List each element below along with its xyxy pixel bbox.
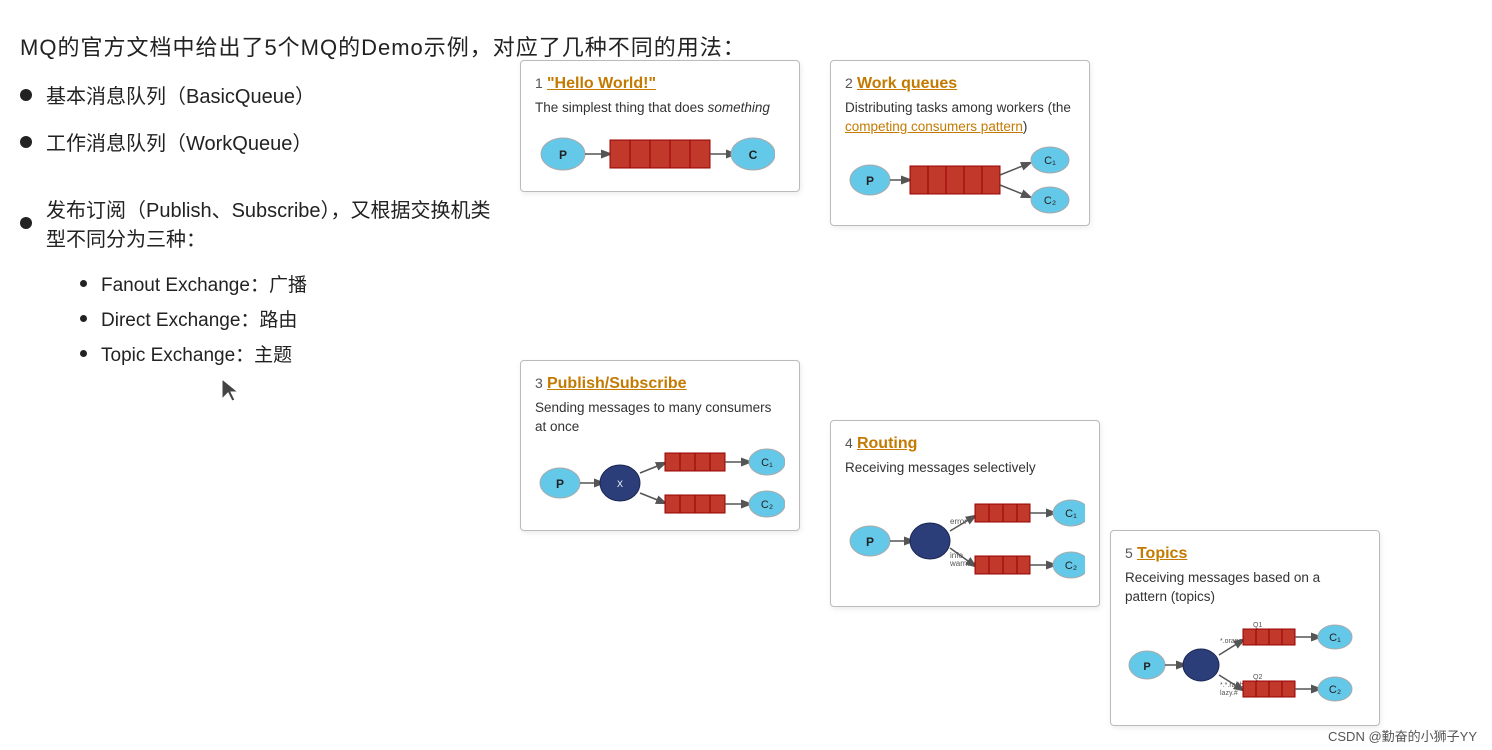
card1-desc: The simplest thing that does something bbox=[535, 99, 783, 118]
card3-title: 3 Publish/Subscribe bbox=[535, 375, 783, 393]
svg-text:P: P bbox=[866, 174, 874, 188]
card-topics: 5 Topics Receiving messages based on a p… bbox=[1110, 530, 1380, 726]
bullet-pubsub: 发布订阅（Publish、Subscribe），又根据交换机类型不同分为三种： bbox=[20, 194, 510, 252]
card4-diagram: P error info warning bbox=[845, 486, 1083, 596]
bullet-dot bbox=[20, 217, 32, 229]
bullet-basicqueue: 基本消息队列（BasicQueue） bbox=[20, 80, 510, 109]
sub-dot bbox=[80, 315, 87, 322]
svg-text:C₁: C₁ bbox=[1044, 155, 1056, 167]
svg-text:C₁: C₁ bbox=[1065, 508, 1077, 520]
card2-desc: Distributing tasks among workers (the co… bbox=[845, 99, 1073, 137]
card3-link[interactable]: Publish/Subscribe bbox=[547, 375, 687, 392]
bullet-pubsub-label: 发布订阅（Publish、Subscribe），又根据交换机类型不同分为三种： bbox=[46, 194, 510, 252]
svg-text:P: P bbox=[556, 477, 564, 491]
sub-bullets: Fanout Exchange：广播 Direct Exchange：路由 To… bbox=[80, 270, 510, 367]
bullet-dot bbox=[20, 136, 32, 148]
subbullet-fanout-label: Fanout Exchange：广播 bbox=[101, 270, 307, 297]
svg-text:C₂: C₂ bbox=[1329, 684, 1341, 696]
card1-num: 1 bbox=[535, 75, 543, 91]
svg-text:warning: warning bbox=[949, 559, 978, 568]
subbullet-direct: Direct Exchange：路由 bbox=[80, 305, 510, 332]
card5-link[interactable]: Topics bbox=[1137, 545, 1187, 562]
svg-text:lazy.#: lazy.# bbox=[1220, 690, 1238, 697]
svg-text:P: P bbox=[1143, 661, 1150, 673]
cursor-icon bbox=[220, 377, 240, 402]
subbullet-direct-label: Direct Exchange：路由 bbox=[101, 305, 297, 332]
card4-title: 4 Routing bbox=[845, 435, 1083, 453]
svg-text:C₂: C₂ bbox=[1065, 560, 1077, 572]
card4-link[interactable]: Routing bbox=[857, 435, 917, 452]
card2-link[interactable]: Work queues bbox=[857, 75, 957, 92]
card2-title: 2 Work queues bbox=[845, 75, 1073, 93]
page-title: MQ的官方文档中给出了5个MQ的Demo示例，对应了几种不同的用法： bbox=[20, 30, 1472, 62]
svg-text:Q2: Q2 bbox=[1253, 674, 1262, 681]
card5-diagram: P *.orange.* *.*.rabbit lazy.# bbox=[1125, 615, 1363, 715]
bullet-workqueue: 工作消息队列（WorkQueue） bbox=[20, 127, 510, 156]
left-panel: 基本消息队列（BasicQueue） 工作消息队列（WorkQueue） 发布订… bbox=[20, 80, 520, 407]
svg-text:P: P bbox=[866, 535, 874, 549]
card1-link[interactable]: "Hello World!" bbox=[547, 75, 656, 92]
card3-desc: Sending messages to many consumers at on… bbox=[535, 399, 783, 437]
svg-text:C₂: C₂ bbox=[761, 499, 773, 511]
svg-text:C: C bbox=[749, 148, 758, 162]
bullet-workqueue-label: 工作消息队列（WorkQueue） bbox=[46, 127, 312, 156]
card2-diagram: P C₁ C₂ bbox=[845, 145, 1073, 215]
svg-text:C₁: C₁ bbox=[761, 457, 773, 469]
bullet-basicqueue-label: 基本消息队列（BasicQueue） bbox=[46, 80, 315, 109]
sub-dot bbox=[80, 350, 87, 357]
card4-num: 4 bbox=[845, 435, 853, 451]
svg-text:Q1: Q1 bbox=[1253, 622, 1262, 629]
card3-num: 3 bbox=[535, 375, 543, 391]
card4-desc: Receiving messages selectively bbox=[845, 459, 1083, 478]
card1-diagram: P C bbox=[535, 126, 783, 181]
card2-num: 2 bbox=[845, 75, 853, 91]
svg-text:C₁: C₁ bbox=[1329, 632, 1341, 644]
svg-text:X: X bbox=[617, 479, 623, 489]
subbullet-fanout: Fanout Exchange：广播 bbox=[80, 270, 510, 297]
bullet-dot bbox=[20, 89, 32, 101]
card1-title: 1 "Hello World!" bbox=[535, 75, 783, 93]
card-helloworld: 1 "Hello World!" The simplest thing that… bbox=[520, 60, 800, 192]
card2-link-text[interactable]: competing consumers pattern bbox=[845, 119, 1023, 134]
sub-dot bbox=[80, 280, 87, 287]
subbullet-topic-label: Topic Exchange：主题 bbox=[101, 340, 292, 367]
card3-diagram: P X bbox=[535, 445, 783, 520]
card-workqueues: 2 Work queues Distributing tasks among w… bbox=[830, 60, 1090, 226]
svg-text:C₂: C₂ bbox=[1044, 195, 1056, 207]
watermark: CSDN @勤奋的小狮子YY bbox=[1328, 726, 1477, 745]
right-panel: 1 "Hello World!" The simplest thing that… bbox=[520, 80, 1472, 730]
card-pubsub: 3 Publish/Subscribe Sending messages to … bbox=[520, 360, 800, 531]
card5-title: 5 Topics bbox=[1125, 545, 1363, 563]
card5-desc: Receiving messages based on a pattern (t… bbox=[1125, 569, 1363, 607]
card-routing: 4 Routing Receiving messages selectively… bbox=[830, 420, 1100, 607]
svg-text:P: P bbox=[559, 148, 567, 162]
subbullet-topic: Topic Exchange：主题 bbox=[80, 340, 510, 367]
card5-num: 5 bbox=[1125, 545, 1133, 561]
